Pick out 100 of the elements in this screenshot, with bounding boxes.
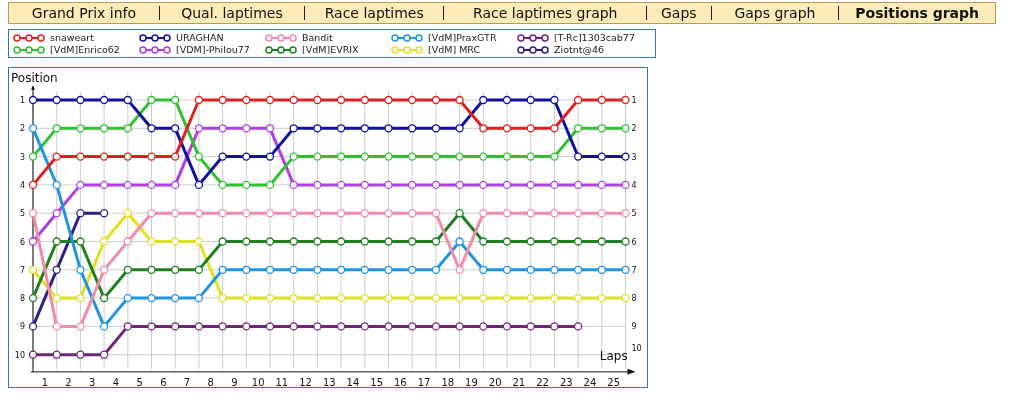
x-tick-label: 8 <box>207 376 214 387</box>
point <box>313 209 322 218</box>
point <box>336 124 346 133</box>
point <box>455 209 464 218</box>
point <box>123 95 132 105</box>
point <box>289 322 298 331</box>
point <box>408 322 417 331</box>
tab[interactable]: Positions graph <box>838 6 995 20</box>
point <box>621 124 630 133</box>
point <box>621 265 630 274</box>
legend-label: Bandit <box>302 32 333 43</box>
point <box>479 152 488 161</box>
point <box>526 124 535 133</box>
tab[interactable]: Qual. laptimes <box>158 6 304 20</box>
x-tick-label: 10 <box>251 376 265 387</box>
point <box>550 322 559 331</box>
point <box>265 237 275 246</box>
point <box>408 237 417 246</box>
point <box>336 265 346 274</box>
point <box>99 237 109 246</box>
point <box>431 124 441 133</box>
point <box>502 322 512 331</box>
point <box>431 265 441 274</box>
point <box>479 293 488 303</box>
point <box>597 152 606 161</box>
point <box>194 237 204 246</box>
tab[interactable]: Grand Prix info <box>9 6 159 20</box>
x-tick-label: 4 <box>112 376 120 387</box>
point <box>573 265 583 274</box>
point <box>218 265 227 274</box>
y-tick-label: 1 <box>19 96 25 105</box>
point <box>99 265 109 274</box>
point <box>621 95 630 105</box>
point <box>360 95 369 105</box>
position-label: 2 <box>631 124 637 134</box>
point <box>265 209 275 218</box>
point <box>52 237 61 246</box>
point <box>384 124 393 133</box>
point <box>621 293 630 303</box>
point <box>597 180 606 190</box>
point <box>526 95 535 105</box>
tab[interactable]: Race laptimes <box>304 6 444 20</box>
position-label: 7 <box>631 265 637 275</box>
point <box>431 95 441 105</box>
point <box>336 293 346 303</box>
point <box>265 265 275 274</box>
point <box>218 124 227 133</box>
point <box>384 95 393 105</box>
point <box>171 209 180 218</box>
point <box>28 152 38 161</box>
point <box>147 265 156 274</box>
point <box>171 293 180 303</box>
point <box>242 152 251 161</box>
point <box>550 124 559 133</box>
x-tick-label: 14 <box>346 376 360 387</box>
point <box>99 95 109 105</box>
point <box>479 124 488 133</box>
tab[interactable]: Gaps graph <box>710 6 839 20</box>
point <box>526 293 535 303</box>
x-tick-label: 17 <box>417 376 431 387</box>
x-tick-label: 15 <box>370 376 383 387</box>
point <box>171 152 180 161</box>
point <box>502 237 512 246</box>
point <box>194 265 204 274</box>
point <box>171 180 180 190</box>
point <box>123 180 132 190</box>
point <box>76 124 85 133</box>
point <box>360 180 369 190</box>
point <box>52 124 61 133</box>
y-tick-label: 3 <box>19 152 25 162</box>
point <box>28 322 38 331</box>
point <box>384 322 393 331</box>
legend-label: [VdM] MRC <box>428 44 481 55</box>
y-tick-label: 9 <box>19 322 25 332</box>
point <box>194 95 204 105</box>
point <box>147 152 156 161</box>
point <box>289 209 298 218</box>
point <box>573 237 583 246</box>
point <box>76 293 85 303</box>
point <box>360 124 369 133</box>
x-tick-label: 25 <box>607 376 620 387</box>
point <box>265 293 275 303</box>
point <box>526 237 535 246</box>
point <box>99 152 109 161</box>
point <box>218 180 227 190</box>
y-tick-label: 5 <box>19 209 25 219</box>
x-tick-label: 9 <box>231 376 238 387</box>
tab[interactable]: Gaps <box>646 6 711 20</box>
point <box>502 209 512 218</box>
point <box>597 124 606 133</box>
tab[interactable]: Race laptimes graph <box>443 6 647 20</box>
x-tick-label: 23 <box>559 376 573 387</box>
point <box>265 152 275 161</box>
point <box>76 350 85 359</box>
point <box>431 180 441 190</box>
point <box>502 124 512 133</box>
point <box>28 124 38 133</box>
point <box>313 180 322 190</box>
point <box>526 322 535 331</box>
point <box>76 95 85 105</box>
